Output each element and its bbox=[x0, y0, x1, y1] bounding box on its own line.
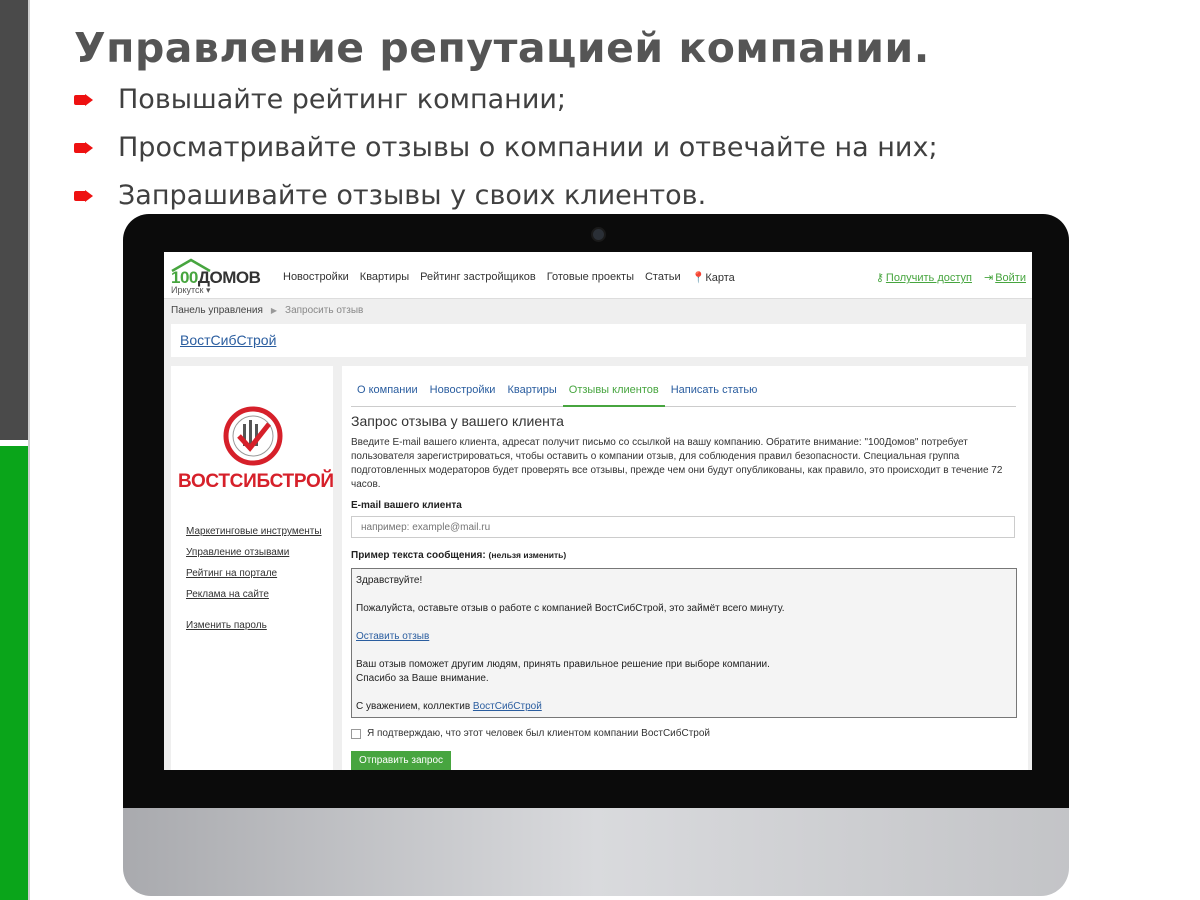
signature-company-link[interactable]: ВостСибСтрой bbox=[473, 701, 542, 712]
tab-reviews[interactable]: Отзывы клиентов bbox=[562, 378, 665, 407]
nav-item-kvartiry[interactable]: Квартиры bbox=[360, 271, 409, 284]
tab-write-article[interactable]: Написать статью bbox=[665, 378, 764, 405]
bullet-text: Просматривайте отзывы о компании и отвеч… bbox=[118, 132, 938, 163]
nav-item-map-label: Карта bbox=[705, 272, 735, 284]
key-icon: ⚷ bbox=[875, 272, 884, 284]
sidebar-item-marketing[interactable]: Маркетинговые инструменты bbox=[186, 526, 322, 537]
chevron-right-icon: ▶ bbox=[270, 306, 278, 315]
sidebar-item-ads[interactable]: Реклама на сайте bbox=[186, 589, 322, 600]
slide-divider bbox=[28, 0, 30, 900]
sidebar-item-reviews[interactable]: Управление отзывами bbox=[186, 547, 322, 558]
form-intro-text: Введите E-mail вашего клиента, адресат п… bbox=[351, 437, 1003, 490]
city-label: Иркутск bbox=[171, 285, 204, 295]
arrow-bullet-icon bbox=[74, 140, 96, 156]
nav-item-novostroyki[interactable]: Новостройки bbox=[283, 271, 349, 284]
bullet-text: Запрашивайте отзывы у своих клиентов. bbox=[118, 180, 707, 211]
message-line: Пожалуйста, оставьте отзыв о работе с ко… bbox=[356, 603, 785, 614]
confirm-label: Я подтверждаю, что этот человек был клие… bbox=[367, 728, 711, 739]
get-access-link[interactable]: ⚷ Получить доступ bbox=[876, 271, 972, 284]
tab-about[interactable]: О компании bbox=[351, 378, 424, 405]
breadcrumb-item-current: Запросить отзыв bbox=[285, 305, 364, 316]
company-tabs: О компании Новостройки Квартиры Отзывы к… bbox=[351, 378, 1016, 407]
breadcrumb: Панель управления ▶ Запросить отзыв bbox=[171, 305, 363, 316]
message-greeting: Здравствуйте! bbox=[356, 575, 423, 586]
sample-note: (нельзя изменить) bbox=[488, 550, 567, 560]
slide-bullet-list: Повышайте рейтинг компании; Просматривай… bbox=[74, 76, 938, 220]
confirm-checkbox[interactable] bbox=[351, 728, 361, 739]
monitor-screen: 100ДОМОВ Иркутск ▾ Новостройки Квартиры … bbox=[164, 252, 1032, 770]
login-link[interactable]: ⇥ Войти bbox=[984, 271, 1026, 284]
nav-item-projects[interactable]: Готовые проекты bbox=[547, 271, 634, 284]
site-header: 100ДОМОВ Иркутск ▾ Новостройки Квартиры … bbox=[164, 252, 1032, 299]
header-actions: ⚷ Получить доступ ⇥ Войти bbox=[876, 271, 1026, 284]
sidebar-item-rating[interactable]: Рейтинг на портале bbox=[186, 568, 322, 579]
form-title: Запрос отзыва у вашего клиента bbox=[351, 413, 564, 429]
sample-label-text: Пример текста сообщения: bbox=[351, 550, 486, 561]
slide-bullet: Повышайте рейтинг компании; bbox=[74, 76, 938, 124]
login-label: Войти bbox=[995, 272, 1026, 284]
sample-message-box: Здравствуйте! Пожалуйста, оставьте отзыв… bbox=[351, 568, 1017, 718]
slide-bullet: Просматривайте отзывы о компании и отвеч… bbox=[74, 124, 938, 172]
login-icon: ⇥ bbox=[983, 272, 994, 284]
camera-icon bbox=[591, 227, 606, 242]
leave-review-link[interactable]: Оставить отзыв bbox=[356, 631, 429, 642]
slide-sidebar-dark bbox=[0, 0, 28, 440]
signature-prefix: С уважением, коллектив bbox=[356, 701, 471, 712]
email-label: E-mail вашего клиента bbox=[351, 500, 462, 511]
message-line: Спасибо за Ваше внимание. bbox=[356, 673, 489, 684]
message-signature: С уважением, коллектив ВостСибСтрой bbox=[356, 700, 1012, 714]
monitor-chin bbox=[123, 808, 1069, 896]
city-selector[interactable]: Иркутск ▾ bbox=[171, 285, 211, 296]
main-nav: Новостройки Квартиры Рейтинг застройщико… bbox=[283, 271, 735, 284]
confirm-row: Я подтверждаю, что этот человек был клие… bbox=[351, 728, 710, 739]
submit-request-button[interactable]: Отправить запрос bbox=[351, 751, 452, 770]
nav-item-articles[interactable]: Статьи bbox=[645, 271, 681, 284]
message-line: Ваш отзыв поможет другим людям, принять … bbox=[356, 659, 770, 670]
slide-bullet: Запрашивайте отзывы у своих клиентов. bbox=[74, 172, 938, 220]
bullet-text: Повышайте рейтинг компании; bbox=[118, 84, 567, 115]
email-input[interactable] bbox=[351, 516, 1015, 538]
slide-title: Управление репутацией компании. bbox=[74, 24, 930, 72]
tab-novostroyki[interactable]: Новостройки bbox=[424, 378, 502, 405]
company-bar: ВостСибСтрой bbox=[171, 324, 1026, 357]
nav-item-map[interactable]: 📍Карта bbox=[692, 271, 735, 284]
map-pin-icon: 📍 bbox=[691, 272, 706, 284]
tab-kvartiry[interactable]: Квартиры bbox=[501, 378, 562, 405]
main-panel: О компании Новостройки Квартиры Отзывы к… bbox=[342, 366, 1028, 770]
breadcrumb-item-dashboard[interactable]: Панель управления bbox=[171, 305, 263, 316]
arrow-bullet-icon bbox=[74, 188, 96, 204]
sidebar-item-change-password[interactable]: Изменить пароль bbox=[186, 620, 322, 631]
company-logo-name: ВОСТСИБСТРОЙ bbox=[178, 471, 334, 492]
arrow-bullet-icon bbox=[74, 92, 96, 108]
sample-label: Пример текста сообщения: (нельзя изменит… bbox=[351, 550, 566, 561]
company-logo-icon bbox=[223, 406, 283, 466]
sidebar-menu: Маркетинговые инструменты Управление отз… bbox=[186, 526, 322, 641]
nav-item-rating[interactable]: Рейтинг застройщиков bbox=[420, 271, 536, 284]
chevron-down-icon: ▾ bbox=[206, 285, 211, 295]
company-sidebar: ВОСТСИБСТРОЙ Маркетинговые инструменты У… bbox=[171, 366, 334, 770]
get-access-label: Получить доступ bbox=[885, 272, 972, 284]
company-name-link[interactable]: ВостСибСтрой bbox=[180, 332, 276, 348]
slide-sidebar-green bbox=[0, 446, 28, 900]
